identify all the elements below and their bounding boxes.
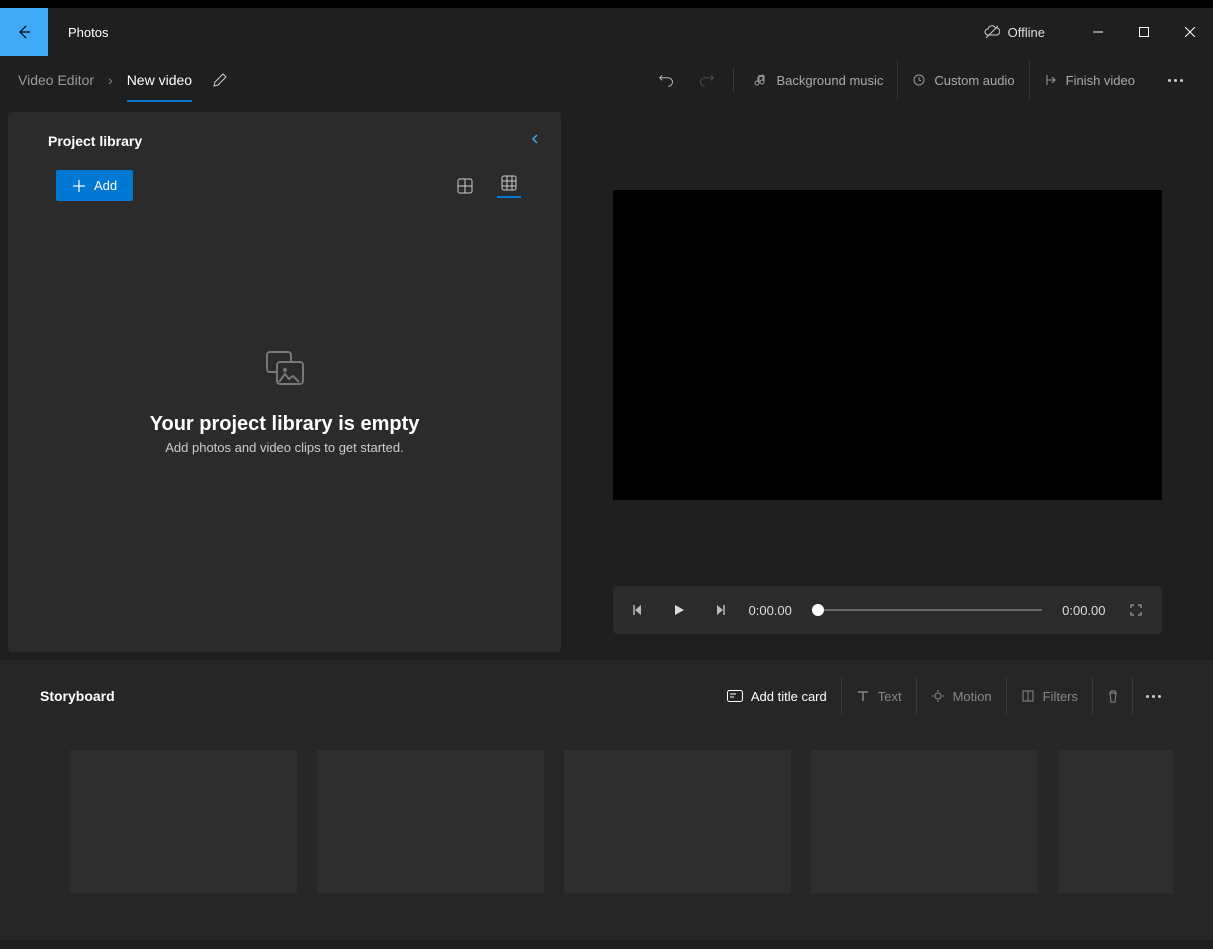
fullscreen-icon [1129, 603, 1143, 617]
app-title: Photos [48, 25, 108, 40]
redo-icon [698, 71, 716, 89]
grid-small-icon [501, 175, 517, 191]
play-button[interactable] [669, 603, 689, 617]
maximize-button[interactable] [1121, 16, 1167, 48]
storyboard-title: Storyboard [40, 688, 115, 704]
motion-label: Motion [953, 689, 992, 704]
text-icon [856, 689, 870, 703]
text-button[interactable]: Text [842, 678, 917, 714]
empty-media-icon [263, 348, 307, 397]
window-controls [1075, 16, 1213, 48]
empty-title: Your project library is empty [150, 413, 420, 436]
delete-button[interactable] [1093, 678, 1133, 714]
frame-back-button[interactable] [629, 603, 649, 617]
trash-icon [1106, 689, 1120, 703]
storyboard-more-button[interactable] [1133, 678, 1173, 714]
offline-indicator: Offline [984, 24, 1045, 40]
storyboard-slot[interactable] [70, 750, 297, 893]
ellipsis-icon [1146, 695, 1161, 698]
view-large-button[interactable] [453, 174, 477, 198]
custom-audio-button[interactable]: Custom audio [897, 60, 1028, 100]
cloud-offline-icon [984, 24, 1000, 40]
library-title: Project library [48, 133, 142, 149]
video-preview[interactable] [613, 190, 1162, 500]
plus-icon [72, 179, 86, 193]
back-button[interactable] [0, 8, 48, 56]
filters-icon [1021, 689, 1035, 703]
rename-button[interactable] [212, 72, 228, 88]
step-back-icon [632, 603, 646, 617]
title-card-icon [727, 690, 743, 702]
breadcrumb-current[interactable]: New video [127, 72, 192, 102]
collapse-library-button[interactable] [529, 132, 541, 150]
add-title-card-button[interactable]: Add title card [713, 678, 842, 714]
step-forward-icon [712, 603, 726, 617]
music-icon [754, 73, 768, 87]
close-button[interactable] [1167, 16, 1213, 48]
grid-large-icon [457, 178, 473, 194]
storyboard-slot[interactable] [564, 750, 791, 893]
undo-button[interactable] [647, 60, 687, 100]
seek-thumb[interactable] [812, 604, 824, 616]
filters-button[interactable]: Filters [1007, 678, 1093, 714]
undo-icon [658, 71, 676, 89]
finish-video-button[interactable]: Finish video [1029, 60, 1149, 100]
fullscreen-button[interactable] [1126, 603, 1146, 617]
chevron-left-icon [529, 133, 541, 145]
preview-panel: 0:00.00 0:00.00 [561, 104, 1213, 660]
os-tab-strip [0, 0, 1213, 8]
titlebar: Photos Offline [0, 8, 1213, 56]
bg-music-label: Background music [776, 73, 883, 88]
back-arrow-icon [16, 24, 32, 40]
play-icon [672, 603, 686, 617]
ellipsis-icon [1168, 79, 1183, 82]
library-empty-state: Your project library is empty Add photos… [8, 211, 561, 652]
finish-label: Finish video [1066, 73, 1135, 88]
custom-audio-label: Custom audio [934, 73, 1014, 88]
add-title-card-label: Add title card [751, 689, 827, 704]
minimize-button[interactable] [1075, 16, 1121, 48]
background-music-button[interactable]: Background music [740, 60, 897, 100]
redo-button[interactable] [687, 60, 727, 100]
text-label: Text [878, 689, 902, 704]
export-icon [1044, 73, 1058, 87]
breadcrumb-root[interactable]: Video Editor [18, 72, 94, 88]
offline-label: Offline [1008, 25, 1045, 40]
add-label: Add [94, 178, 117, 193]
audio-icon [912, 73, 926, 87]
add-media-button[interactable]: Add [56, 170, 133, 201]
player-controls: 0:00.00 0:00.00 [613, 586, 1162, 634]
filters-label: Filters [1043, 689, 1078, 704]
breadcrumb: Video Editor › New video [18, 58, 192, 102]
empty-subtitle: Add photos and video clips to get starte… [165, 440, 404, 455]
storyboard-slot[interactable] [1058, 750, 1173, 893]
toolbar: Video Editor › New video Background musi… [0, 56, 1213, 104]
project-library-panel: Project library Add Your [8, 112, 561, 652]
motion-button[interactable]: Motion [917, 678, 1007, 714]
storyboard-clips[interactable] [40, 750, 1173, 893]
total-time: 0:00.00 [1062, 603, 1105, 618]
chevron-right-icon: › [108, 72, 113, 88]
main-area: Project library Add Your [0, 104, 1213, 660]
pencil-icon [212, 72, 228, 88]
frame-forward-button[interactable] [709, 603, 729, 617]
more-button[interactable] [1155, 60, 1195, 100]
motion-icon [931, 689, 945, 703]
storyboard-slot[interactable] [317, 750, 544, 893]
current-time: 0:00.00 [749, 603, 792, 618]
storyboard-panel: Storyboard Add title card Text Motion Fi… [0, 660, 1213, 940]
seek-track[interactable] [812, 609, 1042, 611]
storyboard-slot[interactable] [811, 750, 1038, 893]
view-small-button[interactable] [497, 174, 521, 198]
